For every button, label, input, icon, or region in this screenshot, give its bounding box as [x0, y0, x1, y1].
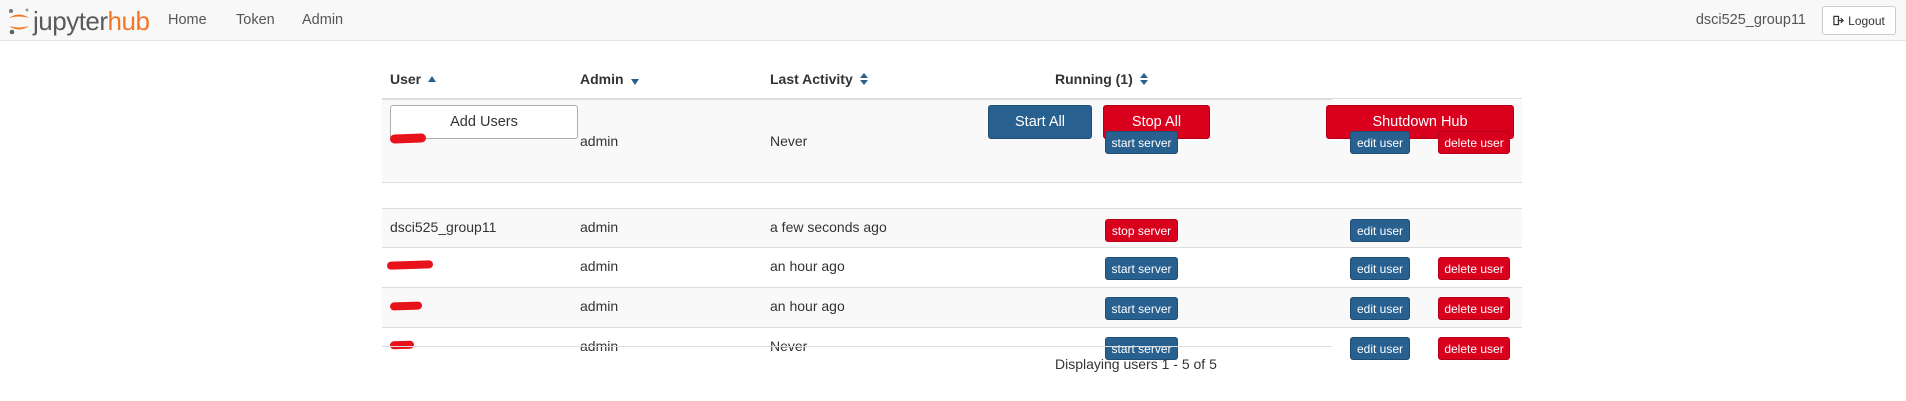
edit-user-button[interactable]: edit user [1350, 297, 1410, 320]
jupyter-orbit-icon [9, 8, 29, 35]
sign-out-icon [1833, 15, 1845, 26]
delete-user-button[interactable]: delete user [1438, 131, 1510, 154]
header-label-last-activity: Last Activity [770, 71, 853, 87]
logout-button[interactable]: Logout [1822, 6, 1896, 35]
stop-server-button[interactable]: stop server [1105, 219, 1178, 242]
start-server-button[interactable]: start server [1105, 297, 1178, 320]
last-activity-cell: an hour ago [770, 258, 845, 274]
redacted-username [389, 301, 423, 311]
delete-user-button[interactable]: delete user [1438, 257, 1510, 280]
header-label-admin: Admin [580, 71, 624, 87]
edit-user-button[interactable]: edit user [1350, 257, 1410, 280]
nav-token-link[interactable]: Token [236, 12, 275, 28]
sort-both-icon [859, 73, 868, 85]
table-row: dsci525_group11 admin a few seconds ago … [382, 209, 1522, 247]
admin-cell: admin [580, 258, 619, 274]
table-row: admin Never start server edit user delet… [382, 328, 1522, 366]
navbar: jupyter hub Home Token Admin dsci525_grou… [0, 0, 1906, 41]
jupyterhub-logo[interactable]: jupyter hub [7, 6, 150, 36]
admin-cell: admin [580, 133, 619, 149]
nav-username: dsci525_group11 [1695, 12, 1806, 28]
table-row: admin an hour ago start server edit user… [382, 248, 1522, 287]
nav-home-link[interactable]: Home [168, 12, 207, 28]
username-cell: dsci525_group11 [390, 219, 497, 235]
start-server-button[interactable]: start server [1105, 257, 1178, 280]
table-row: admin Never start server edit user delet… [382, 124, 1522, 164]
redacted-username [389, 133, 427, 144]
last-activity-cell: an hour ago [770, 298, 845, 314]
row-divider [382, 182, 1522, 183]
header-label-running: Running (1) [1055, 71, 1133, 87]
logo-text-hub: hub [107, 6, 150, 36]
edit-user-button[interactable]: edit user [1350, 337, 1410, 360]
table-row: admin an hour ago start server edit user… [382, 288, 1522, 327]
admin-cell: admin [580, 219, 619, 235]
delete-user-button[interactable]: delete user [1438, 297, 1510, 320]
start-server-button[interactable]: start server [1105, 131, 1178, 154]
redacted-username [386, 260, 434, 270]
pagination-summary: Displaying users 1 - 5 of 5 [1055, 356, 1217, 372]
sort-descending-icon [630, 78, 639, 85]
header-divider [1332, 98, 1522, 99]
row-divider [382, 346, 1332, 347]
sort-both-icon [1139, 73, 1148, 85]
redacted-username [389, 340, 415, 350]
header-label-user: User [390, 71, 422, 87]
admin-cell: admin [580, 298, 619, 314]
sort-ascending-icon [428, 76, 437, 82]
last-activity-cell: Never [770, 133, 808, 149]
nav-admin-link[interactable]: Admin [302, 12, 343, 28]
edit-user-button[interactable]: edit user [1350, 131, 1410, 154]
logo-text-jupyter: jupyter [33, 6, 108, 36]
logout-label: Logout [1848, 13, 1885, 28]
column-header-running[interactable]: Running (1) [1055, 71, 1148, 87]
column-header-admin[interactable]: Admin [580, 71, 639, 87]
last-activity-cell: a few seconds ago [770, 219, 887, 235]
edit-user-button[interactable]: edit user [1350, 219, 1410, 242]
delete-user-button[interactable]: delete user [1438, 337, 1510, 360]
column-header-user[interactable]: User [390, 71, 437, 87]
column-header-last-activity[interactable]: Last Activity [770, 71, 868, 87]
